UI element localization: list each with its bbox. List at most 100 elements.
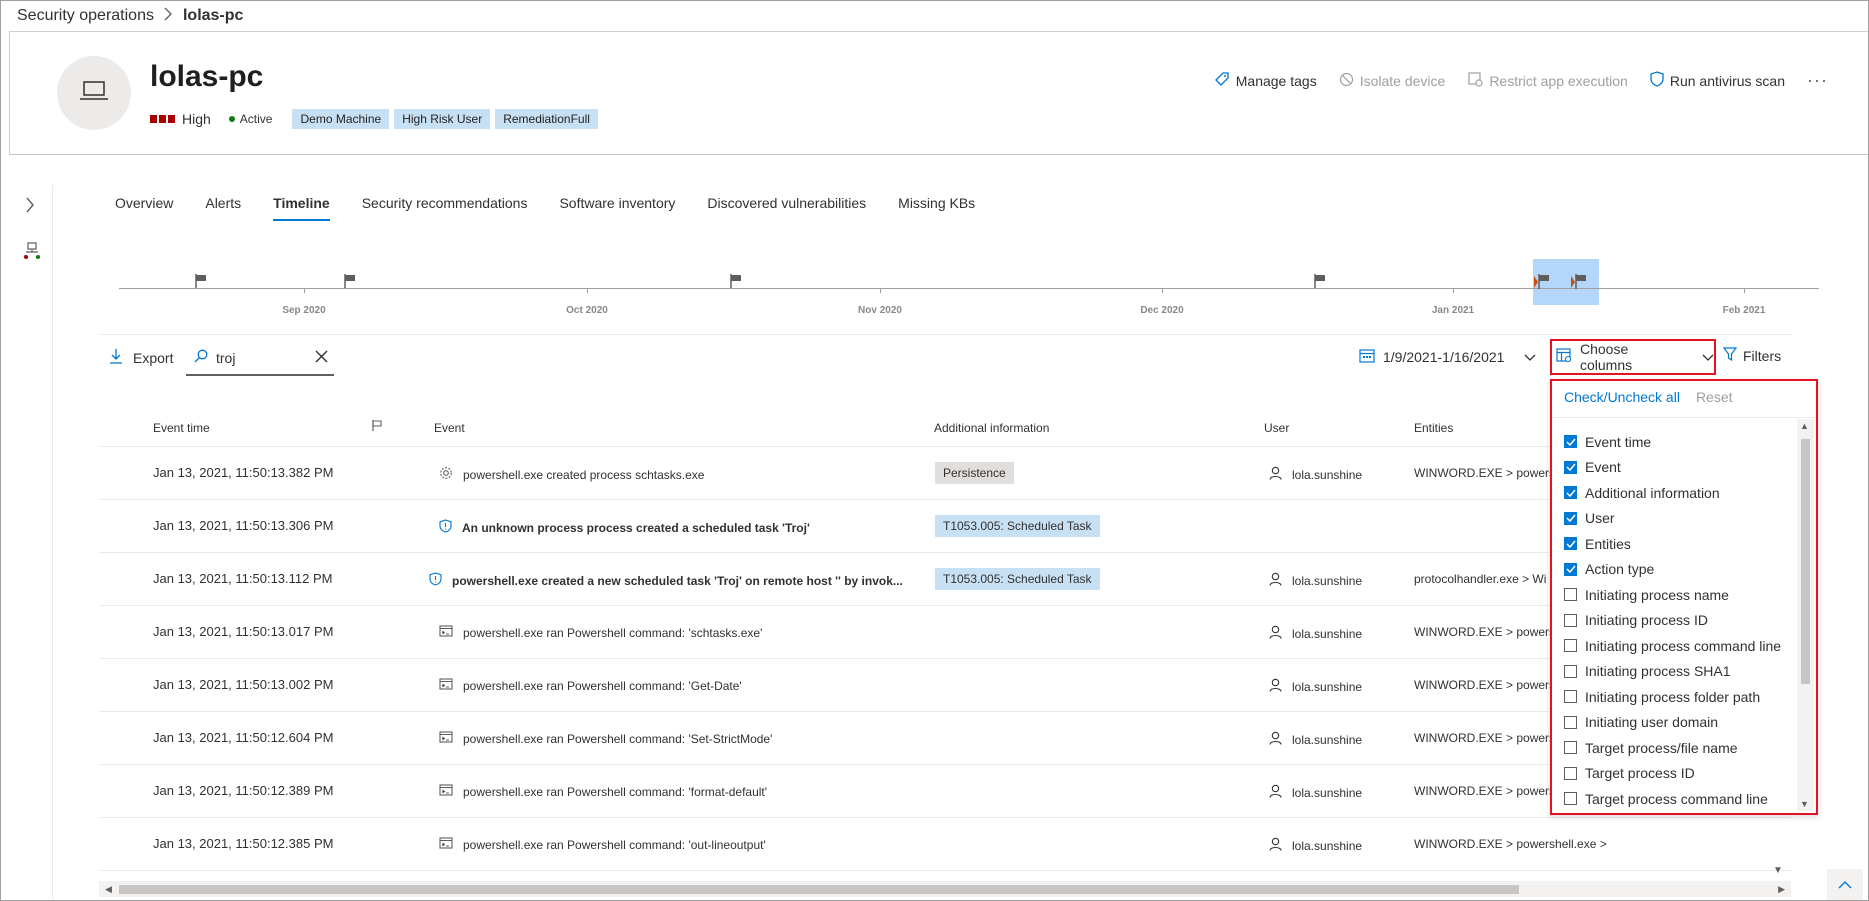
column-option[interactable]: Additional information [1564, 480, 1781, 506]
checkbox-checked-icon[interactable] [1564, 435, 1577, 449]
column-header-event-time[interactable]: Event time [153, 421, 210, 435]
powershell-command-icon [439, 678, 453, 693]
checkbox-unchecked-icon[interactable] [1564, 715, 1577, 729]
flag-icon[interactable] [194, 273, 208, 294]
tab-overview[interactable]: Overview [115, 195, 173, 221]
scroll-left-icon[interactable]: ◀ [105, 884, 112, 895]
event-text: powershell.exe ran Powershell command: '… [463, 678, 742, 693]
scroll-up-icon[interactable]: ▲ [1800, 421, 1809, 431]
tab-timeline[interactable]: Timeline [273, 195, 330, 221]
expand-rail-icon[interactable] [25, 197, 35, 218]
column-option[interactable]: Action type [1564, 557, 1781, 583]
column-header-event[interactable]: Event [434, 421, 465, 435]
tab-discovered-vulnerabilities[interactable]: Discovered vulnerabilities [707, 195, 866, 221]
column-option[interactable]: Initiating process SHA1 [1564, 659, 1781, 685]
flag-column-icon[interactable] [371, 419, 383, 435]
table-row[interactable]: Jan 13, 2021, 11:50:13.017 PM powershell… [99, 606, 1791, 659]
column-option[interactable]: Initiating user domain [1564, 710, 1781, 736]
checkbox-unchecked-icon[interactable] [1564, 639, 1577, 653]
scroll-down-icon[interactable]: ▼ [1773, 865, 1783, 876]
tab-missing-kbs[interactable]: Missing KBs [898, 195, 975, 221]
flag-icon[interactable] [1313, 273, 1327, 294]
run-antivirus-button[interactable]: Run antivirus scan [1650, 71, 1785, 90]
alert-flag-icon[interactable] [1570, 273, 1588, 296]
column-option[interactable]: Target process command line [1564, 786, 1781, 812]
search-input[interactable]: troj [186, 341, 334, 376]
column-option[interactable]: Initiating process command line [1564, 633, 1781, 659]
mitre-technique-chip[interactable]: T1053.005: Scheduled Task [935, 568, 1100, 590]
user-name: lola.sunshine [1292, 467, 1363, 482]
user-cell[interactable]: lola.sunshine [1269, 784, 1362, 801]
flag-icon[interactable] [729, 273, 743, 294]
filters-button[interactable]: Filters [1722, 347, 1781, 364]
table-row[interactable]: Jan 13, 2021, 11:50:13.002 PM powershell… [99, 659, 1791, 712]
event-cell: powershell.exe ran Powershell command: '… [439, 678, 742, 693]
isolate-device-button[interactable]: Isolate device [1339, 72, 1445, 90]
column-header-additional-info[interactable]: Additional information [934, 421, 1049, 435]
checkbox-unchecked-icon[interactable] [1564, 766, 1577, 780]
table-row[interactable]: Jan 13, 2021, 11:50:13.382 PM powershell… [99, 447, 1791, 500]
column-header-entities[interactable]: Entities [1414, 421, 1453, 435]
user-cell[interactable]: lola.sunshine [1269, 837, 1362, 854]
user-cell[interactable]: lola.sunshine [1269, 466, 1362, 483]
event-timeline[interactable]: Sep 2020 Oct 2020 Nov 2020 Dec 2020 Jan … [119, 251, 1819, 321]
check-uncheck-all-link[interactable]: Check/Uncheck all [1564, 389, 1680, 405]
checkbox-unchecked-icon[interactable] [1564, 690, 1577, 704]
user-cell[interactable]: lola.sunshine [1269, 625, 1362, 642]
checkbox-checked-icon[interactable] [1564, 486, 1577, 500]
tab-security-recommendations[interactable]: Security recommendations [362, 195, 528, 221]
back-to-top-button[interactable] [1827, 869, 1863, 900]
checkbox-unchecked-icon[interactable] [1564, 613, 1577, 627]
flag-icon[interactable] [343, 273, 357, 294]
column-option[interactable]: Initiating process folder path [1564, 684, 1781, 710]
scroll-right-icon[interactable]: ▶ [1778, 884, 1785, 895]
more-actions-button[interactable]: ··· [1807, 70, 1828, 91]
scrollbar-thumb[interactable] [1801, 439, 1810, 684]
event-time: Jan 13, 2021, 11:50:13.112 PM [153, 571, 333, 586]
search-query[interactable]: troj [216, 350, 315, 366]
column-option[interactable]: Initiating process ID [1564, 608, 1781, 634]
export-button[interactable]: Export [109, 348, 173, 367]
column-option[interactable]: Target process ID [1564, 761, 1781, 787]
checkbox-checked-icon[interactable] [1564, 460, 1577, 474]
checkbox-checked-icon[interactable] [1564, 562, 1577, 576]
checkbox-unchecked-icon[interactable] [1564, 741, 1577, 755]
scroll-down-icon[interactable]: ▼ [1800, 799, 1809, 809]
user-cell[interactable]: lola.sunshine [1269, 731, 1362, 748]
checkbox-checked-icon[interactable] [1564, 537, 1577, 551]
column-header-user[interactable]: User [1264, 421, 1289, 435]
column-option[interactable]: Entities [1564, 531, 1781, 557]
chevron-up-icon [1838, 876, 1852, 894]
network-device-icon[interactable] [23, 241, 41, 268]
table-row[interactable]: Jan 13, 2021, 11:50:12.604 PM powershell… [99, 712, 1791, 765]
breadcrumb-parent[interactable]: Security operations [17, 7, 154, 25]
choose-columns-button[interactable]: Choose columns [1550, 339, 1716, 375]
checkbox-unchecked-icon[interactable] [1564, 792, 1577, 806]
restrict-app-button[interactable]: Restrict app execution [1467, 71, 1628, 90]
table-row[interactable]: Jan 13, 2021, 11:50:12.389 PM powershell… [99, 765, 1791, 818]
user-cell[interactable]: lola.sunshine [1269, 572, 1362, 589]
user-cell[interactable]: lola.sunshine [1269, 678, 1362, 695]
table-row[interactable]: Jan 13, 2021, 11:50:12.385 PM powershell… [99, 818, 1791, 871]
column-option[interactable]: Event [1564, 455, 1781, 481]
tab-alerts[interactable]: Alerts [205, 195, 241, 221]
column-option[interactable]: Event time [1564, 429, 1781, 455]
scrollbar-thumb[interactable] [119, 885, 1519, 894]
date-range-picker[interactable]: 1/9/2021-1/16/2021 [1359, 348, 1536, 366]
table-row[interactable]: Jan 13, 2021, 11:50:13.306 PM An unknown… [99, 500, 1791, 553]
alert-flag-icon[interactable] [1533, 273, 1551, 296]
panel-scrollbar[interactable]: ▲ ▼ [1797, 419, 1814, 811]
horizontal-scrollbar[interactable]: ◀ ▶ [99, 881, 1791, 897]
tab-software-inventory[interactable]: Software inventory [559, 195, 675, 221]
checkbox-unchecked-icon[interactable] [1564, 664, 1577, 678]
table-row[interactable]: Jan 13, 2021, 11:50:13.112 PM powershell… [99, 553, 1791, 606]
column-option[interactable]: Initiating process name [1564, 582, 1781, 608]
checkbox-unchecked-icon[interactable] [1564, 588, 1577, 602]
mitre-technique-chip[interactable]: T1053.005: Scheduled Task [935, 515, 1100, 537]
clear-search-icon[interactable] [315, 350, 328, 366]
column-option[interactable]: User [1564, 506, 1781, 532]
reset-link[interactable]: Reset [1696, 389, 1733, 405]
checkbox-checked-icon[interactable] [1564, 511, 1577, 525]
column-option[interactable]: Target process/file name [1564, 735, 1781, 761]
manage-tags-button[interactable]: Manage tags [1214, 71, 1317, 90]
